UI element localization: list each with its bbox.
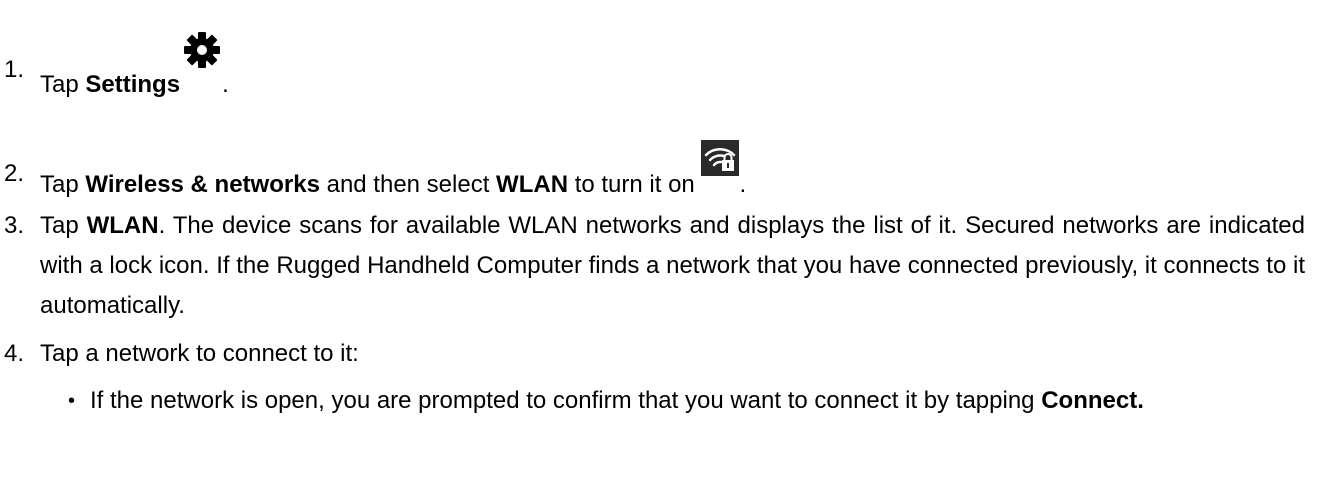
step-after: to turn it on — [568, 171, 702, 198]
step-suffix: . — [739, 171, 747, 198]
wifi-lock-icon — [701, 140, 740, 187]
step-text: Tap a network to connect to it: — [40, 340, 359, 367]
step-number: 1. — [4, 56, 25, 83]
step-text: Tap Settings. — [40, 32, 229, 103]
bullet-paragraph: If the network is open, you are prompted… — [90, 381, 1305, 421]
step-number: 4. — [4, 340, 25, 367]
settings-label: Settings — [85, 71, 181, 98]
step-number: 3. — [4, 212, 25, 239]
step-prefix: Tap — [40, 212, 87, 239]
wlan-label: WLAN — [496, 171, 569, 198]
connect-label: Connect. — [1041, 387, 1144, 414]
step-text: Tap Wireless & networks and then select … — [40, 140, 747, 203]
step-mid: and then select — [319, 171, 497, 198]
wireless-networks-label: Wireless & networks — [85, 171, 320, 198]
step-prefix: Tap — [40, 171, 86, 198]
step-number: 2. — [4, 160, 25, 187]
gear-icon — [182, 30, 222, 81]
bullet-text: If the network is open, you are prompted… — [90, 387, 1042, 414]
bullet-symbol: • — [68, 390, 76, 412]
step-suffix: . — [222, 71, 229, 98]
instructions-document: 1. Tap Settings. 2. Tap Wireless & netwo… — [0, 0, 1317, 493]
step-prefix: Tap — [40, 71, 86, 98]
step-paragraph: Tap WLAN. The device scans for available… — [40, 206, 1305, 326]
wlan-label: WLAN — [86, 212, 159, 239]
step-rest: . The device scans for available WLAN ne… — [40, 212, 1305, 319]
